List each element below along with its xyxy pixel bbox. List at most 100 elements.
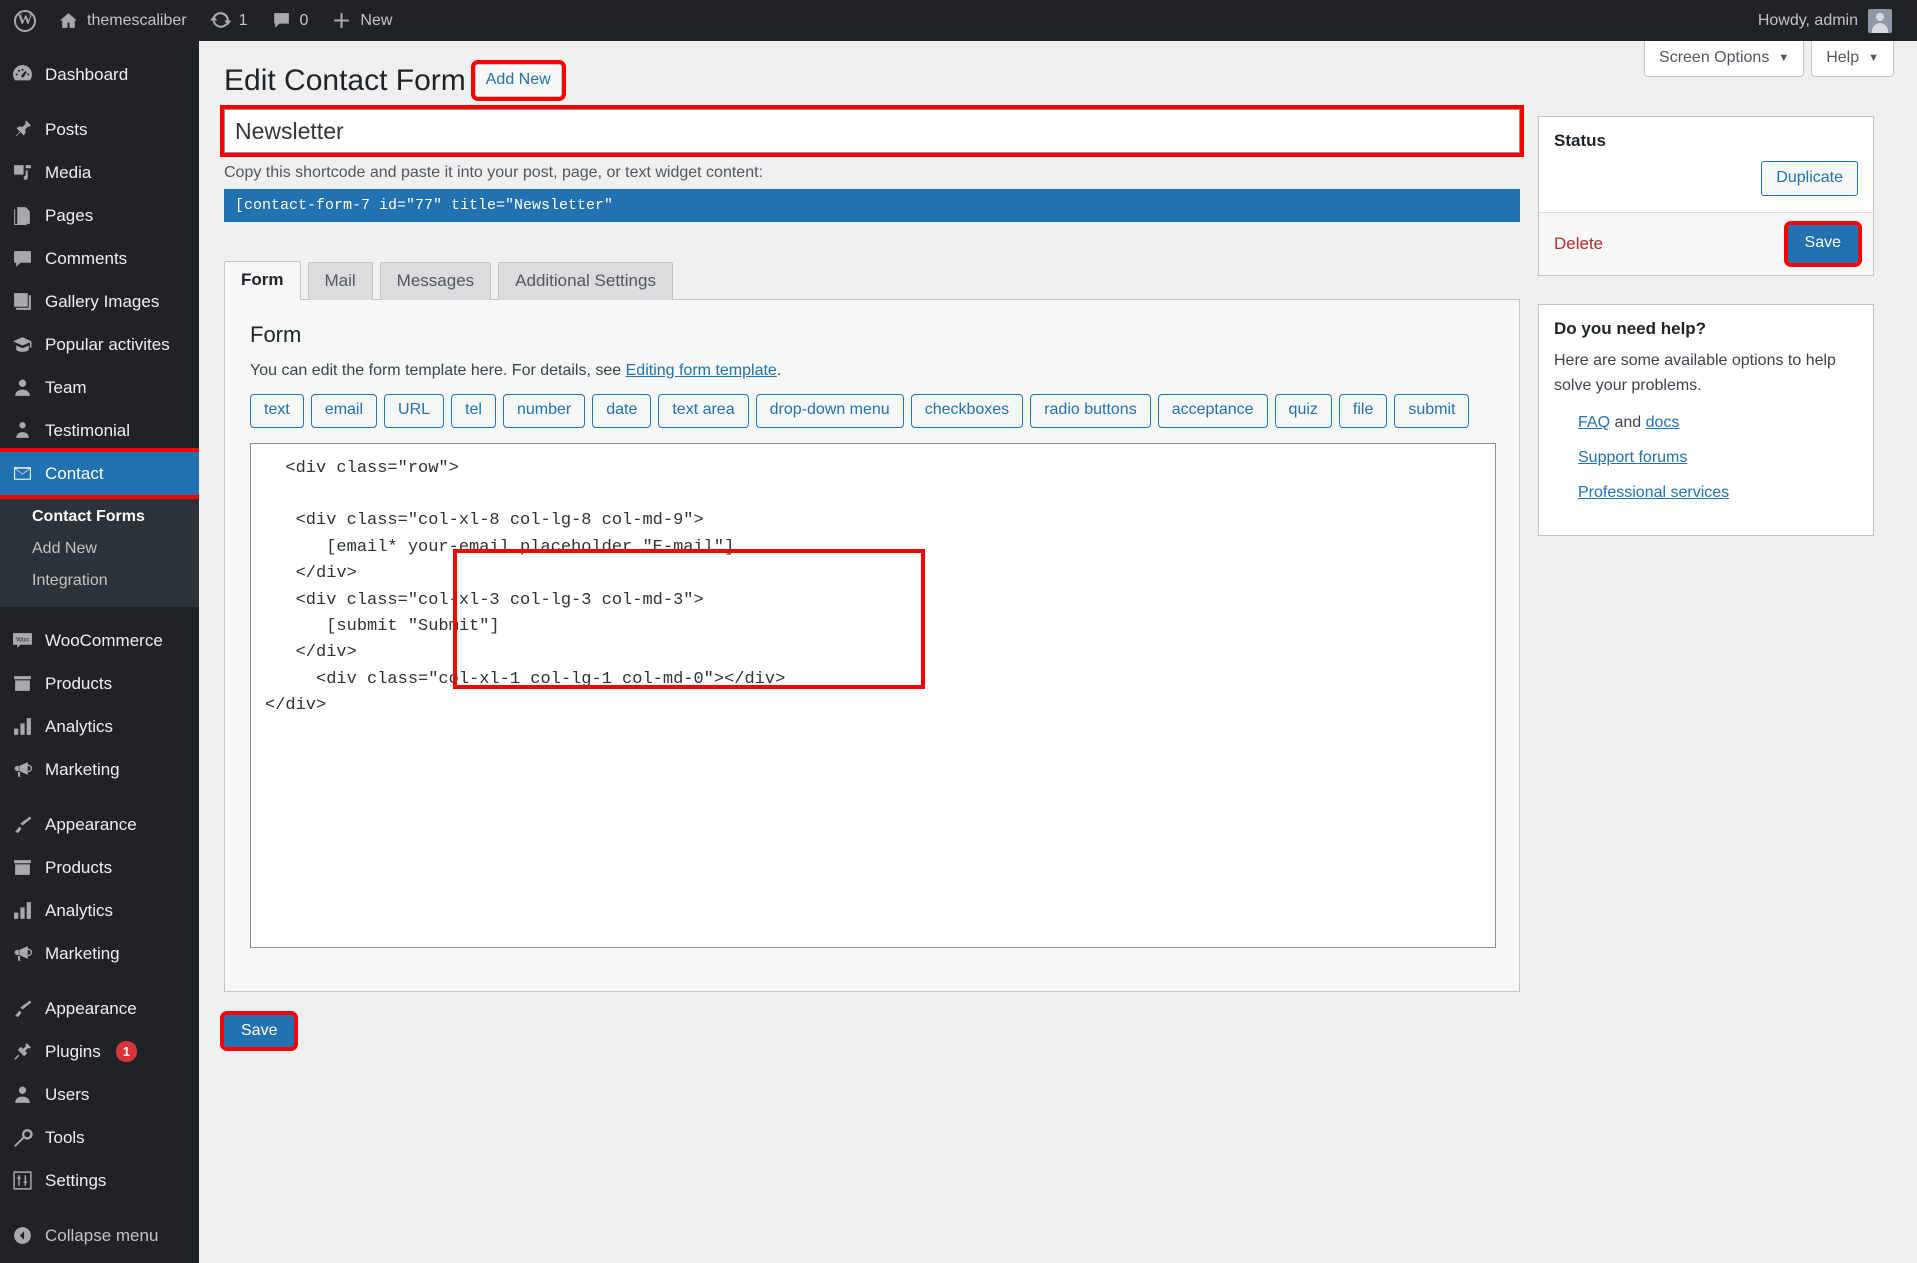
tag-button-date[interactable]: date xyxy=(592,394,651,428)
submenu-item-label: Integration xyxy=(32,572,108,589)
sidebar-item-label: WooCommerce xyxy=(45,631,163,651)
shortcode-input[interactable] xyxy=(224,189,614,222)
sidebar-item-team[interactable]: Team xyxy=(0,366,199,409)
wordpress-icon: W xyxy=(14,10,36,32)
add-new-button[interactable]: Add New xyxy=(475,64,562,97)
sidebar-item-pages[interactable]: Pages xyxy=(0,194,199,237)
tag-button-number[interactable]: number xyxy=(503,394,585,428)
sidebar-item-label: Popular activites xyxy=(45,335,170,355)
tag-button-submit[interactable]: submit xyxy=(1394,394,1469,428)
tag-generator-buttons: text email URL tel number date text area… xyxy=(250,394,1494,428)
save-button-sidebar[interactable]: Save xyxy=(1788,225,1858,262)
sidebar-item-label: Appearance xyxy=(45,815,137,835)
sidebar-item-users[interactable]: Users xyxy=(0,1073,199,1116)
sidebar-item-media[interactable]: Media xyxy=(0,151,199,194)
sidebar-item-marketing-2[interactable]: Marketing xyxy=(0,932,199,975)
sidebar-item-comments[interactable]: Comments xyxy=(0,237,199,280)
sidebar-item-label: Analytics xyxy=(45,901,113,921)
tag-button-radio-buttons[interactable]: radio buttons xyxy=(1030,394,1151,428)
site-name-menu[interactable]: themescaliber xyxy=(46,0,198,41)
submenu-item-label: Add New xyxy=(32,540,97,557)
collapse-menu-button[interactable]: Collapse menu xyxy=(0,1214,199,1257)
sidebar-item-products[interactable]: Products xyxy=(0,662,199,705)
duplicate-row: Duplicate xyxy=(1554,161,1858,196)
help-postbox: Do you need help? Here are some availabl… xyxy=(1538,304,1874,537)
sidebar-item-label: Pages xyxy=(45,206,93,226)
sidebar-item-settings[interactable]: Settings xyxy=(0,1159,199,1202)
tag-button-text-area[interactable]: text area xyxy=(658,394,748,428)
sidebar-item-woocommerce[interactable]: Woo WooCommerce xyxy=(0,619,199,662)
comments-menu[interactable]: 0 xyxy=(259,0,320,41)
sidebar-item-label: Marketing xyxy=(45,944,120,964)
sidebar-item-plugins[interactable]: Plugins 1 xyxy=(0,1030,199,1073)
tab-mail[interactable]: Mail xyxy=(308,262,373,300)
sidebar-item-posts[interactable]: Posts xyxy=(0,108,199,151)
sidebar-item-appearance[interactable]: Appearance xyxy=(0,803,199,846)
tag-button-text[interactable]: text xyxy=(250,394,304,428)
save-button-bottom[interactable]: Save xyxy=(224,1015,294,1047)
my-account-menu[interactable]: Howdy, admin xyxy=(1747,0,1903,41)
sidebar-item-contact[interactable]: Contact xyxy=(0,452,199,495)
tab-additional-settings[interactable]: Additional Settings xyxy=(498,262,673,300)
professional-services-link[interactable]: Professional services xyxy=(1578,484,1729,501)
screen-options-button[interactable]: Screen Options ▼ xyxy=(1644,41,1804,77)
duplicate-button[interactable]: Duplicate xyxy=(1761,161,1858,196)
sidebar-item-marketing[interactable]: Marketing xyxy=(0,748,199,791)
megaphone-icon xyxy=(11,758,34,781)
collapse-icon xyxy=(11,1224,34,1247)
and-text: and xyxy=(1610,414,1646,431)
sidebar-item-gallery-images[interactable]: Gallery Images xyxy=(0,280,199,323)
submenu-item-contact-forms[interactable]: Contact Forms xyxy=(0,501,199,533)
tag-button-file[interactable]: file xyxy=(1339,394,1387,428)
tag-button-drop-down-menu[interactable]: drop-down menu xyxy=(756,394,904,428)
envelope-icon xyxy=(11,462,34,485)
screen-options-label: Screen Options xyxy=(1659,49,1769,67)
tab-messages[interactable]: Messages xyxy=(380,262,491,300)
media-icon xyxy=(11,161,34,184)
updates-menu[interactable]: 1 xyxy=(198,0,259,41)
tag-button-email[interactable]: email xyxy=(311,394,377,428)
comments-count: 0 xyxy=(300,12,309,30)
wordpress-logo-menu[interactable]: W xyxy=(0,0,46,41)
sidebar-item-label: Appearance xyxy=(45,999,137,1019)
submenu-item-integration[interactable]: Integration xyxy=(0,565,199,597)
editing-form-template-link[interactable]: Editing form template xyxy=(626,362,777,379)
sidebar-item-products-2[interactable]: Products xyxy=(0,846,199,889)
tag-button-acceptance[interactable]: acceptance xyxy=(1158,394,1268,428)
brush-icon xyxy=(11,813,34,836)
tag-button-quiz[interactable]: quiz xyxy=(1275,394,1332,428)
docs-link[interactable]: docs xyxy=(1646,414,1680,431)
sidebar-item-appearance-2[interactable]: Appearance xyxy=(0,987,199,1030)
chevron-down-icon: ▼ xyxy=(1868,52,1879,64)
sidebar-item-popular-activites[interactable]: Popular activites xyxy=(0,323,199,366)
support-forums-link[interactable]: Support forums xyxy=(1578,449,1687,466)
sidebar-item-dashboard[interactable]: Dashboard xyxy=(0,53,199,96)
form-title-wrap xyxy=(199,100,1519,153)
tab-form[interactable]: Form xyxy=(224,261,301,300)
comment-icon xyxy=(270,9,293,32)
tag-button-url[interactable]: URL xyxy=(384,394,444,428)
tag-button-checkboxes[interactable]: checkboxes xyxy=(911,394,1024,428)
howdy-label: Howdy, admin xyxy=(1758,12,1858,30)
sidebar-item-label: Marketing xyxy=(45,760,120,780)
sidebar-item-label: Users xyxy=(45,1085,89,1105)
sidebar-item-tools[interactable]: Tools xyxy=(0,1116,199,1159)
submenu-item-add-new[interactable]: Add New xyxy=(0,533,199,565)
submenu-item-label: Contact Forms xyxy=(32,508,145,525)
delete-link[interactable]: Delete xyxy=(1554,234,1603,254)
testimonial-icon xyxy=(11,419,34,442)
sidebar-item-testimonial[interactable]: Testimonial xyxy=(0,409,199,452)
updates-count: 1 xyxy=(239,12,248,30)
help-button[interactable]: Help ▼ xyxy=(1811,41,1894,77)
tag-button-tel[interactable]: tel xyxy=(451,394,496,428)
form-title-input[interactable] xyxy=(224,109,1520,153)
sidebar-item-label: Posts xyxy=(45,120,88,140)
status-postbox: Status Duplicate Delete Save xyxy=(1538,116,1874,276)
sidebar-item-analytics-2[interactable]: Analytics xyxy=(0,889,199,932)
new-content-menu[interactable]: New xyxy=(319,0,403,41)
faq-link[interactable]: FAQ xyxy=(1578,414,1610,431)
updates-icon xyxy=(209,9,232,32)
form-template-textarea[interactable]: <div class="row"> <div class="col-xl-8 c… xyxy=(250,443,1496,948)
help-link-row-support: Support forums xyxy=(1578,449,1858,467)
sidebar-item-analytics[interactable]: Analytics xyxy=(0,705,199,748)
